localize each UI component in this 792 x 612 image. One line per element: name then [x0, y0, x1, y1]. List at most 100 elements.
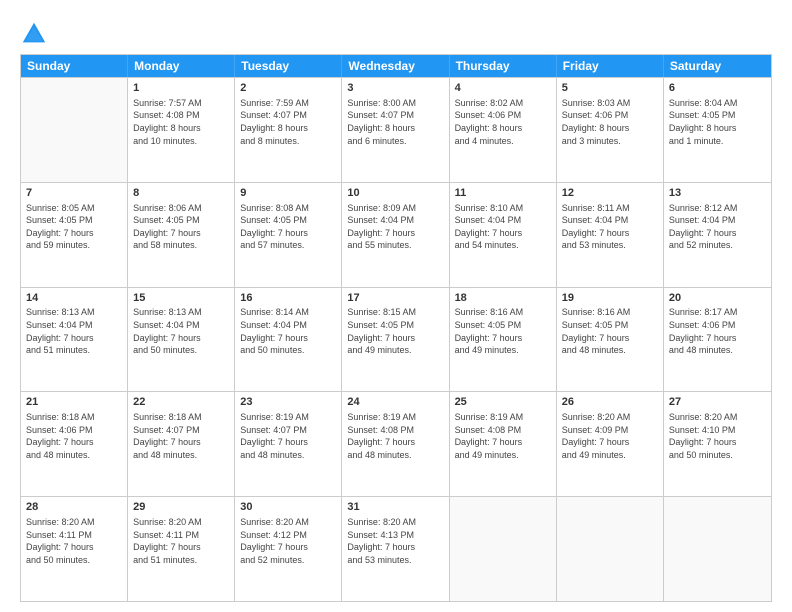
cal-cell: 23Sunrise: 8:19 AM Sunset: 4:07 PM Dayli… — [235, 392, 342, 496]
header-day-sunday: Sunday — [21, 55, 128, 77]
cell-info: Sunrise: 8:19 AM Sunset: 4:08 PM Dayligh… — [455, 411, 551, 461]
day-number: 21 — [26, 395, 122, 410]
day-number: 11 — [455, 186, 551, 201]
cal-cell: 2Sunrise: 7:59 AM Sunset: 4:07 PM Daylig… — [235, 78, 342, 182]
day-number: 6 — [669, 81, 766, 96]
cal-cell: 10Sunrise: 8:09 AM Sunset: 4:04 PM Dayli… — [342, 183, 449, 287]
cell-info: Sunrise: 8:20 AM Sunset: 4:11 PM Dayligh… — [133, 516, 229, 566]
header-day-wednesday: Wednesday — [342, 55, 449, 77]
header-day-tuesday: Tuesday — [235, 55, 342, 77]
cal-cell: 19Sunrise: 8:16 AM Sunset: 4:05 PM Dayli… — [557, 288, 664, 392]
header-day-monday: Monday — [128, 55, 235, 77]
day-number: 28 — [26, 500, 122, 515]
cal-cell: 25Sunrise: 8:19 AM Sunset: 4:08 PM Dayli… — [450, 392, 557, 496]
cell-info: Sunrise: 8:06 AM Sunset: 4:05 PM Dayligh… — [133, 202, 229, 252]
logo — [20, 20, 52, 48]
day-number: 26 — [562, 395, 658, 410]
day-number: 3 — [347, 81, 443, 96]
day-number: 8 — [133, 186, 229, 201]
cell-info: Sunrise: 8:13 AM Sunset: 4:04 PM Dayligh… — [26, 306, 122, 356]
cell-info: Sunrise: 8:04 AM Sunset: 4:05 PM Dayligh… — [669, 97, 766, 147]
cell-info: Sunrise: 8:08 AM Sunset: 4:05 PM Dayligh… — [240, 202, 336, 252]
day-number: 20 — [669, 291, 766, 306]
cal-cell: 27Sunrise: 8:20 AM Sunset: 4:10 PM Dayli… — [664, 392, 771, 496]
day-number: 15 — [133, 291, 229, 306]
cal-cell — [557, 497, 664, 601]
day-number: 19 — [562, 291, 658, 306]
day-number: 18 — [455, 291, 551, 306]
cell-info: Sunrise: 8:19 AM Sunset: 4:07 PM Dayligh… — [240, 411, 336, 461]
day-number: 23 — [240, 395, 336, 410]
cell-info: Sunrise: 8:19 AM Sunset: 4:08 PM Dayligh… — [347, 411, 443, 461]
cal-cell: 11Sunrise: 8:10 AM Sunset: 4:04 PM Dayli… — [450, 183, 557, 287]
cell-info: Sunrise: 8:15 AM Sunset: 4:05 PM Dayligh… — [347, 306, 443, 356]
cal-row-3: 14Sunrise: 8:13 AM Sunset: 4:04 PM Dayli… — [21, 287, 771, 392]
cell-info: Sunrise: 8:14 AM Sunset: 4:04 PM Dayligh… — [240, 306, 336, 356]
cell-info: Sunrise: 8:16 AM Sunset: 4:05 PM Dayligh… — [562, 306, 658, 356]
cal-cell: 12Sunrise: 8:11 AM Sunset: 4:04 PM Dayli… — [557, 183, 664, 287]
cell-info: Sunrise: 8:16 AM Sunset: 4:05 PM Dayligh… — [455, 306, 551, 356]
day-number: 27 — [669, 395, 766, 410]
day-number: 5 — [562, 81, 658, 96]
cal-cell: 4Sunrise: 8:02 AM Sunset: 4:06 PM Daylig… — [450, 78, 557, 182]
day-number: 12 — [562, 186, 658, 201]
cell-info: Sunrise: 8:02 AM Sunset: 4:06 PM Dayligh… — [455, 97, 551, 147]
cal-cell: 16Sunrise: 8:14 AM Sunset: 4:04 PM Dayli… — [235, 288, 342, 392]
cal-cell: 9Sunrise: 8:08 AM Sunset: 4:05 PM Daylig… — [235, 183, 342, 287]
cell-info: Sunrise: 8:20 AM Sunset: 4:10 PM Dayligh… — [669, 411, 766, 461]
cal-cell: 22Sunrise: 8:18 AM Sunset: 4:07 PM Dayli… — [128, 392, 235, 496]
cal-cell: 1Sunrise: 7:57 AM Sunset: 4:08 PM Daylig… — [128, 78, 235, 182]
cell-info: Sunrise: 8:03 AM Sunset: 4:06 PM Dayligh… — [562, 97, 658, 147]
cal-cell — [21, 78, 128, 182]
cell-info: Sunrise: 8:20 AM Sunset: 4:09 PM Dayligh… — [562, 411, 658, 461]
cal-cell: 13Sunrise: 8:12 AM Sunset: 4:04 PM Dayli… — [664, 183, 771, 287]
cell-info: Sunrise: 8:17 AM Sunset: 4:06 PM Dayligh… — [669, 306, 766, 356]
cell-info: Sunrise: 8:20 AM Sunset: 4:12 PM Dayligh… — [240, 516, 336, 566]
cal-cell: 21Sunrise: 8:18 AM Sunset: 4:06 PM Dayli… — [21, 392, 128, 496]
day-number: 14 — [26, 291, 122, 306]
cal-cell: 18Sunrise: 8:16 AM Sunset: 4:05 PM Dayli… — [450, 288, 557, 392]
cal-cell: 31Sunrise: 8:20 AM Sunset: 4:13 PM Dayli… — [342, 497, 449, 601]
cal-cell: 17Sunrise: 8:15 AM Sunset: 4:05 PM Dayli… — [342, 288, 449, 392]
day-number: 22 — [133, 395, 229, 410]
cell-info: Sunrise: 8:18 AM Sunset: 4:07 PM Dayligh… — [133, 411, 229, 461]
cal-row-2: 7Sunrise: 8:05 AM Sunset: 4:05 PM Daylig… — [21, 182, 771, 287]
day-number: 16 — [240, 291, 336, 306]
cell-info: Sunrise: 7:59 AM Sunset: 4:07 PM Dayligh… — [240, 97, 336, 147]
day-number: 9 — [240, 186, 336, 201]
cal-cell — [450, 497, 557, 601]
day-number: 30 — [240, 500, 336, 515]
header-day-thursday: Thursday — [450, 55, 557, 77]
header — [20, 16, 772, 48]
cal-cell — [664, 497, 771, 601]
day-number: 25 — [455, 395, 551, 410]
cell-info: Sunrise: 8:20 AM Sunset: 4:13 PM Dayligh… — [347, 516, 443, 566]
day-number: 17 — [347, 291, 443, 306]
day-number: 1 — [133, 81, 229, 96]
cell-info: Sunrise: 8:20 AM Sunset: 4:11 PM Dayligh… — [26, 516, 122, 566]
day-number: 2 — [240, 81, 336, 96]
cal-cell: 7Sunrise: 8:05 AM Sunset: 4:05 PM Daylig… — [21, 183, 128, 287]
day-number: 7 — [26, 186, 122, 201]
day-number: 24 — [347, 395, 443, 410]
cal-cell: 30Sunrise: 8:20 AM Sunset: 4:12 PM Dayli… — [235, 497, 342, 601]
cal-row-4: 21Sunrise: 8:18 AM Sunset: 4:06 PM Dayli… — [21, 391, 771, 496]
cal-cell: 26Sunrise: 8:20 AM Sunset: 4:09 PM Dayli… — [557, 392, 664, 496]
day-number: 10 — [347, 186, 443, 201]
header-day-saturday: Saturday — [664, 55, 771, 77]
cell-info: Sunrise: 8:10 AM Sunset: 4:04 PM Dayligh… — [455, 202, 551, 252]
cell-info: Sunrise: 8:12 AM Sunset: 4:04 PM Dayligh… — [669, 202, 766, 252]
cal-cell: 5Sunrise: 8:03 AM Sunset: 4:06 PM Daylig… — [557, 78, 664, 182]
cal-cell: 24Sunrise: 8:19 AM Sunset: 4:08 PM Dayli… — [342, 392, 449, 496]
cal-row-1: 1Sunrise: 7:57 AM Sunset: 4:08 PM Daylig… — [21, 77, 771, 182]
cal-cell: 29Sunrise: 8:20 AM Sunset: 4:11 PM Dayli… — [128, 497, 235, 601]
calendar-header: SundayMondayTuesdayWednesdayThursdayFrid… — [21, 55, 771, 77]
cal-cell: 6Sunrise: 8:04 AM Sunset: 4:05 PM Daylig… — [664, 78, 771, 182]
cell-info: Sunrise: 8:09 AM Sunset: 4:04 PM Dayligh… — [347, 202, 443, 252]
day-number: 4 — [455, 81, 551, 96]
cal-cell: 20Sunrise: 8:17 AM Sunset: 4:06 PM Dayli… — [664, 288, 771, 392]
cal-row-5: 28Sunrise: 8:20 AM Sunset: 4:11 PM Dayli… — [21, 496, 771, 601]
day-number: 29 — [133, 500, 229, 515]
calendar: SundayMondayTuesdayWednesdayThursdayFrid… — [20, 54, 772, 602]
logo-icon — [20, 20, 48, 48]
